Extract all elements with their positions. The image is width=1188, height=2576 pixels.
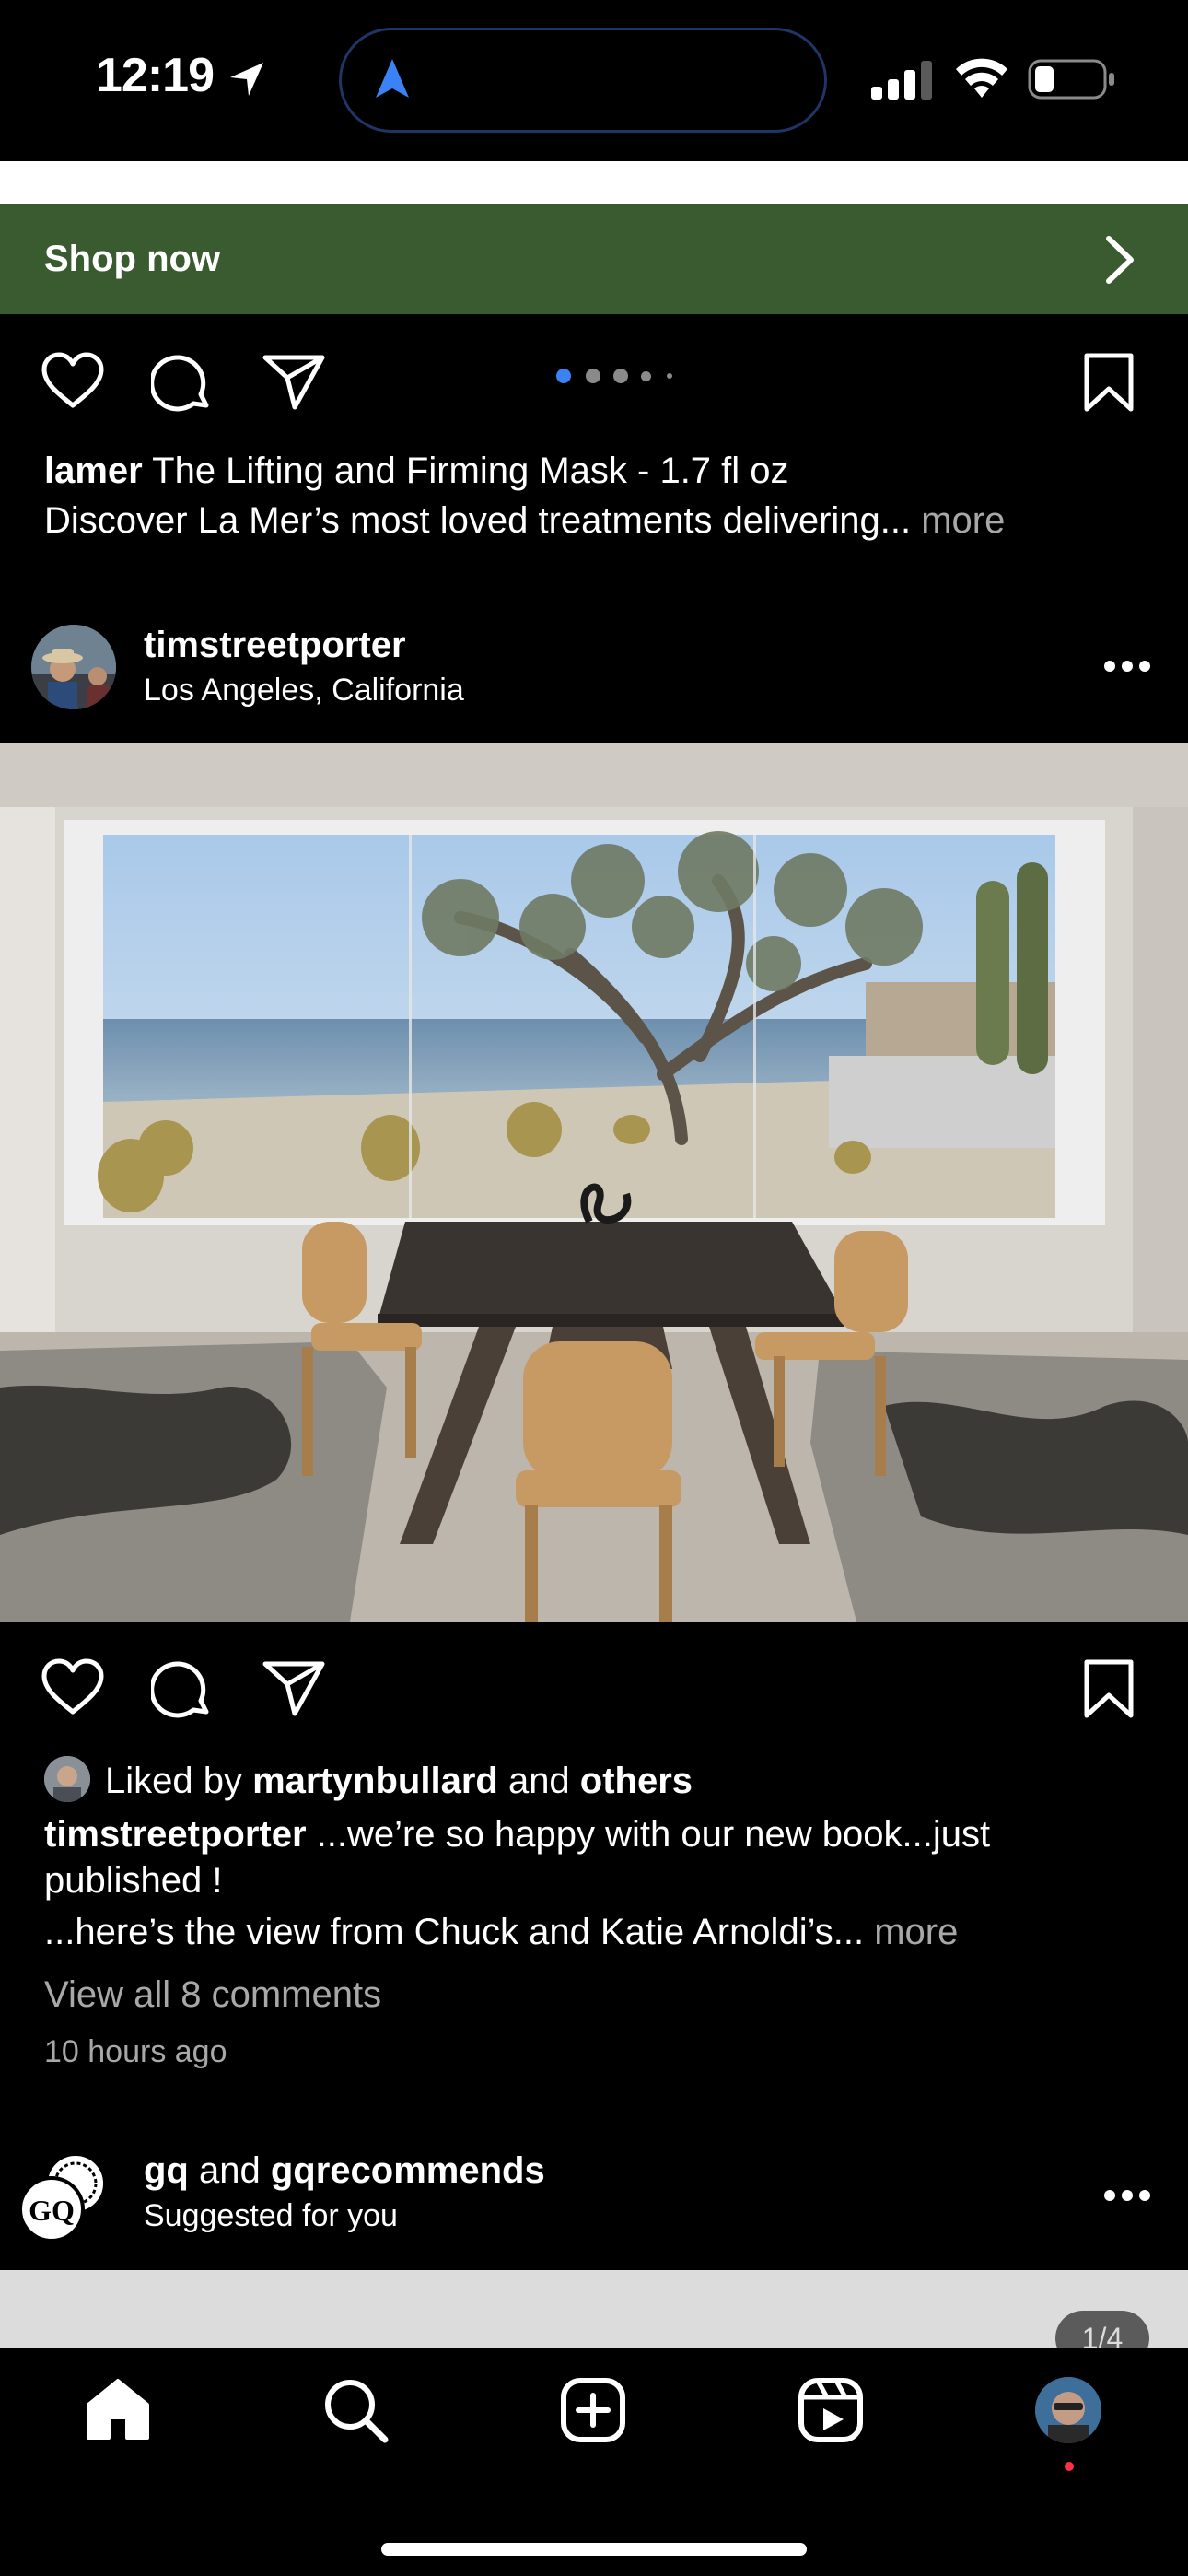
liked-by-user[interactable]: martynbullard	[252, 1761, 498, 1801]
post-caption-line2: published !	[44, 1860, 223, 1901]
chevron-right-icon	[1101, 235, 1138, 285]
carousel-indicator	[556, 365, 678, 387]
post-author-avatar[interactable]	[31, 625, 116, 709]
location-arrow-icon	[227, 59, 267, 100]
liked-by-prefix: Liked by	[105, 1761, 253, 1801]
status-bar: 12:19	[0, 0, 1188, 161]
wifi-icon	[954, 55, 1009, 100]
post-caption-text: ...we’re so happy with our new book...ju…	[306, 1814, 991, 1855]
search-icon[interactable]	[322, 2377, 389, 2443]
home-icon[interactable]	[85, 2377, 151, 2441]
create-post-icon[interactable]	[560, 2377, 626, 2443]
more-options-icon[interactable]	[1103, 2189, 1151, 2207]
comment-icon[interactable]	[151, 1658, 214, 1721]
liker-avatar[interactable]	[44, 1756, 90, 1802]
bookmark-save-icon[interactable]	[1083, 352, 1135, 413]
status-time: 12:19	[96, 49, 215, 102]
ad-caption-line2: Discover La Mer’s most loved treatments …	[44, 496, 1005, 545]
cellular-signal-icon	[869, 61, 934, 100]
post-photo[interactable]	[0, 743, 1188, 1622]
post-caption-username[interactable]: timstreetporter	[44, 1814, 307, 1855]
suggested-subtitle: Suggested for you	[144, 2198, 398, 2233]
post-more-link[interactable]: more	[864, 1912, 958, 1952]
more-options-icon[interactable]	[1103, 660, 1151, 677]
suggested-and: and	[188, 2150, 271, 2191]
like-heart-icon[interactable]	[41, 1658, 105, 1717]
home-indicator	[381, 2543, 807, 2556]
view-all-comments-link[interactable]: View all 8 comments	[44, 1970, 381, 2020]
share-send-icon[interactable]	[262, 354, 326, 411]
ad-caption-text: The Lifting and Firming Mask - 1.7 fl oz	[142, 451, 789, 491]
post-caption-line1: timstreetporter ...we’re so happy with o…	[44, 1811, 990, 1857]
ad-caption-username[interactable]: lamer	[44, 451, 143, 491]
post-caption-text-3: ...here’s the view from Chuck and Katie …	[44, 1912, 865, 1952]
post-caption-line3: ...here’s the view from Chuck and Katie …	[44, 1907, 958, 1957]
suggested-user-1[interactable]: gq	[144, 2150, 189, 2191]
post-timestamp: 10 hours ago	[44, 2034, 227, 2069]
post-author-username[interactable]: timstreetporter	[144, 625, 406, 666]
reels-icon[interactable]	[798, 2377, 864, 2443]
ad-more-link[interactable]: more	[911, 500, 1005, 541]
share-send-icon[interactable]	[262, 1660, 326, 1717]
profile-avatar[interactable]	[1035, 2377, 1101, 2443]
liked-by-and: and	[497, 1761, 580, 1801]
suggested-users: gq and gqrecommends	[144, 2150, 545, 2192]
post-location[interactable]: Los Angeles, California	[144, 673, 464, 708]
comment-icon[interactable]	[151, 352, 214, 415]
svg-text:GQ: GQ	[29, 2194, 75, 2227]
shop-now-label: Shop now	[44, 239, 221, 279]
profile-notification-dot	[1065, 2462, 1074, 2471]
ad-caption-line1: lamer The Lifting and Firming Mask - 1.7…	[44, 446, 789, 496]
navigation-arrow-icon	[372, 57, 413, 101]
suggested-avatars[interactable]: GQ	[18, 2150, 111, 2242]
suggested-post-photo[interactable]	[0, 2270, 1188, 2348]
liked-by-line: Liked by martynbullard and others	[105, 1756, 693, 1806]
liked-by-others[interactable]: others	[580, 1761, 693, 1801]
ad-caption-description: Discover La Mer’s most loved treatments …	[44, 500, 912, 541]
battery-icon	[1028, 59, 1116, 100]
ad-media-bottom-edge	[0, 161, 1188, 204]
bottom-tab-bar	[0, 2348, 1188, 2576]
bookmark-save-icon[interactable]	[1083, 1658, 1135, 1719]
suggested-user-2[interactable]: gqrecommends	[271, 2150, 545, 2191]
shop-now-button[interactable]: Shop now	[0, 204, 1188, 314]
like-heart-icon[interactable]	[41, 352, 105, 411]
